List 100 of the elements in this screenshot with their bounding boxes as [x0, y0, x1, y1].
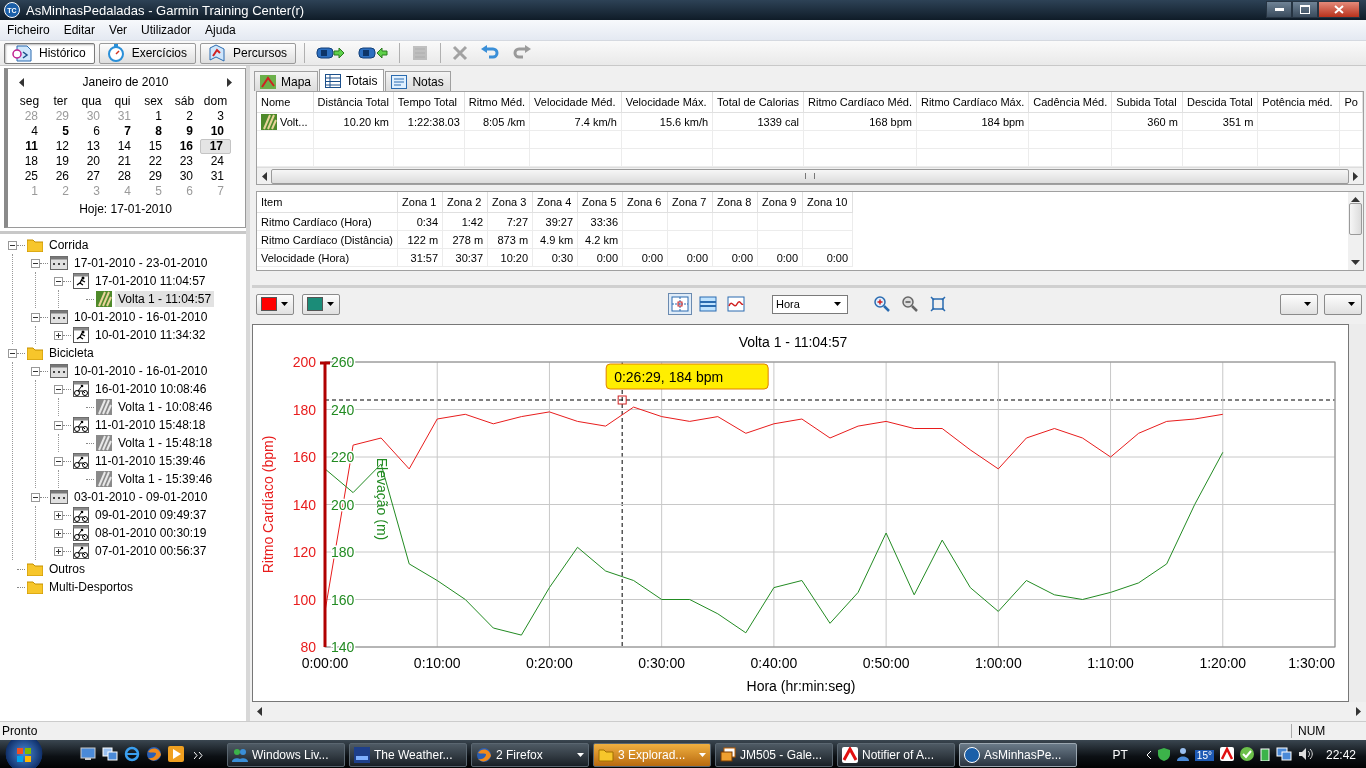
left-arrow-icon[interactable]: [261, 171, 267, 181]
check-icon[interactable]: [1239, 746, 1254, 764]
temperature-label[interactable]: 15°: [1194, 749, 1214, 761]
start-button[interactable]: [4, 740, 44, 768]
expand-toggle[interactable]: [54, 330, 63, 340]
taskbar-button[interactable]: 2 Firefox: [471, 743, 589, 767]
calendar-day[interactable]: 15: [138, 139, 169, 154]
tree-item[interactable]: Corrida: [46, 237, 92, 253]
right-arrow-icon[interactable]: [1356, 706, 1362, 716]
calendar-day[interactable]: 22: [138, 154, 169, 169]
tree-item[interactable]: 11-01-2010 15:48:18: [92, 417, 209, 433]
calendar-day[interactable]: 25: [14, 169, 45, 184]
calendar-day[interactable]: 6: [76, 124, 107, 139]
tab[interactable]: Totais: [319, 69, 385, 91]
tab[interactable]: Mapa: [254, 71, 319, 91]
right-arrow-icon[interactable]: [1353, 171, 1359, 181]
battery-icon[interactable]: [1259, 746, 1270, 764]
calendar-day[interactable]: 26: [45, 169, 76, 184]
column-header[interactable]: Ritmo Cardíaco Máx.: [916, 92, 1029, 113]
chart-mode-button[interactable]: [724, 293, 748, 315]
column-header[interactable]: Velocidade Méd.: [529, 92, 622, 113]
tree-item[interactable]: 10-01-2010 - 16-01-2010: [71, 363, 211, 379]
view-button[interactable]: Percursos: [200, 42, 297, 64]
column-header[interactable]: Velocidade Máx.: [621, 92, 713, 113]
menu-item[interactable]: Ver: [102, 23, 135, 37]
view-button[interactable]: Exercícios: [98, 42, 197, 64]
column-header[interactable]: Cadência Méd.: [1028, 92, 1112, 113]
calendar-day[interactable]: 4: [14, 124, 45, 139]
expand-toggle[interactable]: [54, 546, 63, 556]
collapse-toggle[interactable]: [54, 276, 63, 286]
column-header[interactable]: Zona 10: [802, 192, 853, 213]
clock[interactable]: 22:42: [1325, 748, 1356, 762]
calendar-day[interactable]: 30: [169, 169, 200, 184]
taskbar-button[interactable]: JM505 - Gale...: [715, 743, 833, 767]
calendar-day[interactable]: 29: [138, 169, 169, 184]
expand-toggle[interactable]: [54, 528, 63, 538]
tree-item[interactable]: 17-01-2010 - 23-01-2010: [71, 255, 211, 271]
x-axis-dropdown[interactable]: Hora: [772, 294, 848, 314]
user-icon[interactable]: [1176, 746, 1189, 764]
tree-item[interactable]: 11-01-2010 15:39:46: [92, 453, 209, 469]
scroll-down-icon[interactable]: [1351, 260, 1360, 266]
calendar-day[interactable]: 9: [169, 124, 200, 139]
dropdown-button[interactable]: [1280, 293, 1318, 315]
calendar-day[interactable]: 2: [169, 109, 200, 124]
color-picker[interactable]: [256, 293, 294, 315]
chart-mode-button[interactable]: [668, 293, 692, 315]
tree-item[interactable]: Volta 1 - 15:39:46: [115, 471, 216, 487]
calendar-day[interactable]: 7: [107, 124, 138, 139]
collapse-toggle[interactable]: [8, 348, 17, 358]
today-label[interactable]: Hoje: 17-01-2010: [14, 202, 237, 216]
column-header[interactable]: Zona 5: [577, 192, 623, 213]
taskbar-button[interactable]: AsMinhasPe...: [959, 743, 1077, 767]
calendar-day[interactable]: 5: [45, 124, 76, 139]
tree-item[interactable]: 17-01-2010 11:04:57: [92, 273, 209, 289]
windows-icon[interactable]: [102, 746, 118, 764]
calendar-day[interactable]: 19: [45, 154, 76, 169]
collapse-toggle[interactable]: [54, 384, 63, 394]
play-icon[interactable]: [168, 745, 184, 765]
tree-item[interactable]: Volta 1 - 15:48:18: [115, 435, 216, 451]
taskbar-button[interactable]: Notifier of A...: [837, 743, 955, 767]
column-header[interactable]: Zona 4: [532, 192, 578, 213]
calendar-day[interactable]: 8: [138, 124, 169, 139]
calendar-day[interactable]: 13: [76, 139, 107, 154]
tree-item[interactable]: 10-01-2010 11:34:32: [92, 327, 209, 343]
column-header[interactable]: Zona 2: [442, 192, 488, 213]
language-indicator[interactable]: PT: [1112, 748, 1128, 762]
column-header[interactable]: Potência méd.: [1257, 92, 1340, 113]
tree-item[interactable]: Volta 1 - 11:04:57: [115, 291, 215, 307]
calendar-day[interactable]: 24: [200, 154, 231, 169]
close-button[interactable]: [1318, 0, 1360, 18]
tree-item[interactable]: 10-01-2010 - 16-01-2010: [71, 309, 211, 325]
right-arrow-icon[interactable]: [227, 77, 233, 87]
calendar-day[interactable]: 3: [200, 109, 231, 124]
column-header[interactable]: Zona 1: [397, 192, 443, 213]
tree-item[interactable]: 16-01-2010 10:08:46: [92, 381, 210, 397]
column-header[interactable]: Tempo Total: [393, 92, 465, 113]
collapse-toggle[interactable]: [54, 420, 63, 430]
tree-item[interactable]: 08-01-2010 00:30:19: [92, 525, 210, 541]
tree-item[interactable]: 07-01-2010 00:56:37: [92, 543, 210, 559]
collapse-toggle[interactable]: [31, 366, 40, 376]
taskbar-button[interactable]: Windows Liv...: [227, 743, 345, 767]
collapse-toggle[interactable]: [54, 456, 63, 466]
taskbar-button[interactable]: The Weather...: [349, 743, 467, 767]
column-header[interactable]: Nome: [257, 92, 313, 113]
minimize-button[interactable]: [1266, 0, 1292, 18]
collapse-toggle[interactable]: [31, 492, 40, 502]
tree-item[interactable]: Outros: [46, 561, 88, 577]
calendar-day[interactable]: 17: [200, 139, 231, 154]
menu-item[interactable]: Editar: [56, 23, 103, 37]
column-header[interactable]: Zona 9: [757, 192, 803, 213]
left-arrow-icon[interactable]: [256, 706, 262, 716]
column-header[interactable]: Total de Calorias: [712, 92, 804, 113]
expand-toggle[interactable]: [54, 510, 63, 520]
tree-item[interactable]: Bicicleta: [46, 345, 97, 361]
tree-item[interactable]: 09-01-2010 09:49:37: [92, 507, 210, 523]
calendar-day[interactable]: 14: [107, 139, 138, 154]
view-button[interactable]: Histórico: [4, 42, 95, 64]
dropdown-button[interactable]: [1324, 293, 1362, 315]
calendar-day[interactable]: 23: [169, 154, 200, 169]
collapse-toggle[interactable]: [8, 240, 17, 250]
